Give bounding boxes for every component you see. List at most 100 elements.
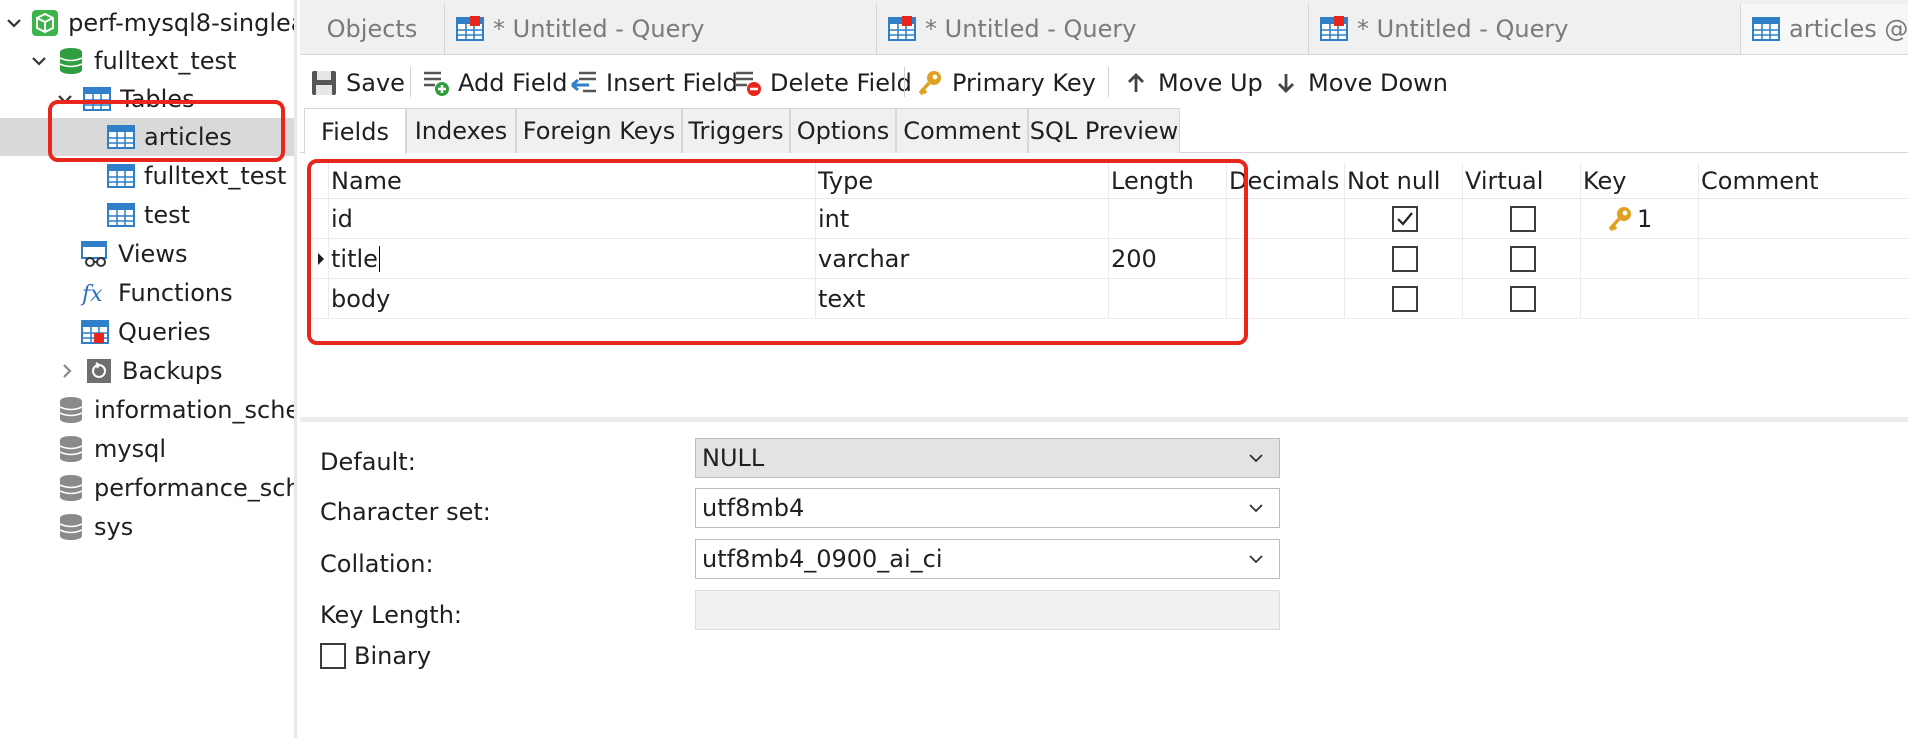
query-icon [455,14,485,44]
tree-database-mysql[interactable]: mysql [0,430,294,468]
backups-label: Backups [122,357,223,385]
tab-query-3[interactable]: * Untitled - Query [1309,4,1741,54]
field-comment-cell[interactable] [1698,279,1908,318]
column-header-name[interactable]: Name [328,163,815,198]
field-length-cell[interactable]: 200 [1108,239,1226,278]
table-row[interactable]: title varchar 200 [310,239,1908,279]
database-label: information_schema [94,396,294,424]
tree-functions[interactable]: fx Functions [0,274,294,312]
tree-database-information_schema[interactable]: information_schema [0,391,294,429]
field-decimals-cell[interactable] [1226,239,1344,278]
tree-table-articles[interactable]: articles [0,118,294,156]
insert-field-button[interactable]: Insert Field [568,63,738,103]
tab-indexes[interactable]: Indexes [406,108,516,153]
column-header-decimals[interactable]: Decimals [1226,163,1344,198]
not-null-cell [1344,239,1462,278]
charset-select[interactable]: utf8mb4 [695,488,1280,528]
add-field-button[interactable]: Add Field [420,63,568,103]
toolbar-divider [1108,67,1109,97]
column-header-length[interactable]: Length [1108,163,1226,198]
tab-objects[interactable]: Objects [300,4,445,54]
virtual-checkbox[interactable] [1509,245,1536,272]
table-design-toolbar: Save Add Field Insert Field Delete Field… [300,55,1908,110]
tab-label: * Untitled - Query [493,15,705,43]
tree-connection[interactable]: perf-mysql8-singleaz [0,4,294,42]
tab-query-2[interactable]: * Untitled - Query [877,4,1309,54]
tab-triggers[interactable]: Triggers [682,108,790,153]
tab-options[interactable]: Options [790,108,896,153]
key-cell[interactable] [1580,279,1698,318]
tree-tables[interactable]: Tables [0,80,294,118]
field-length-cell[interactable] [1108,279,1226,318]
delete-field-button[interactable]: Delete Field [732,63,912,103]
not-null-checkbox[interactable] [1391,205,1418,232]
table-icon [106,200,136,230]
tree-table-test[interactable]: test [0,196,294,234]
database-icon [56,46,86,76]
tree-database-sys[interactable]: sys [0,508,294,546]
field-decimals-cell[interactable] [1226,279,1344,318]
not-null-cell [1344,199,1462,238]
tab-label: * Untitled - Query [925,15,1137,43]
tab-query-1[interactable]: * Untitled - Query [445,4,877,54]
tree-database[interactable]: fulltext_test [0,42,294,80]
tab-foreign-keys[interactable]: Foreign Keys [516,108,682,153]
virtual-checkbox[interactable] [1509,285,1536,312]
move-down-button[interactable]: Move Down [1270,63,1448,103]
queries-icon [80,317,110,347]
key-order: 1 [1637,204,1653,233]
field-decimals-cell[interactable] [1226,199,1344,238]
tree-views[interactable]: Views [0,235,294,273]
column-header-key[interactable]: Key [1580,163,1698,198]
tab-table-articles[interactable]: articles @fulltext_test [1741,4,1908,54]
tree-database-performance_schema[interactable]: performance_schema [0,469,294,507]
save-icon [308,67,340,99]
collation-select[interactable]: utf8mb4_0900_ai_ci [695,539,1280,579]
field-type-cell[interactable]: varchar [815,239,1108,278]
table-row[interactable]: id int 1 [310,199,1908,239]
binary-option[interactable]: Binary [320,642,431,670]
table-icon [106,122,136,152]
binary-checkbox[interactable] [320,643,346,669]
tables-label: Tables [120,85,195,113]
field-length-cell[interactable] [1108,199,1226,238]
save-button[interactable]: Save [308,63,405,103]
field-name-cell[interactable]: body [328,279,815,318]
chevron-down-icon [1249,504,1263,513]
column-header-not-null[interactable]: Not null [1344,163,1462,198]
tab-sql-preview[interactable]: SQL Preview [1028,108,1180,153]
chevron-down-icon[interactable] [28,50,50,72]
not-null-checkbox[interactable] [1391,285,1418,312]
field-comment-cell[interactable] [1698,239,1908,278]
virtual-checkbox[interactable] [1509,205,1536,232]
tree-queries[interactable]: Queries [0,313,294,351]
column-header-type[interactable]: Type [815,163,1108,198]
field-name-cell[interactable]: title [328,239,815,278]
field-type-cell[interactable]: text [815,279,1108,318]
key-length-input[interactable] [695,590,1280,630]
field-name-cell[interactable]: id [328,199,815,238]
field-type-cell[interactable]: int [815,199,1108,238]
chevron-right-icon[interactable] [56,360,78,382]
chevron-down-icon[interactable] [4,12,24,34]
move-up-button[interactable]: Move Up [1120,63,1263,103]
chevron-down-icon[interactable] [54,88,76,110]
primary-key-button[interactable]: Primary Key [914,63,1096,103]
queries-label: Queries [118,318,211,346]
key-icon [1608,206,1631,231]
default-select[interactable]: NULL [695,438,1280,478]
key-cell[interactable] [1580,239,1698,278]
column-header-comment[interactable]: Comment [1698,163,1908,198]
table-row[interactable]: body text [310,279,1908,319]
tree-backups[interactable]: Backups [0,352,294,390]
tab-fields[interactable]: Fields [304,108,406,154]
svg-text:fx: fx [80,282,103,307]
not-null-checkbox[interactable] [1391,245,1418,272]
tab-label: articles @fulltext_test [1789,15,1908,43]
tab-comment[interactable]: Comment [896,108,1028,153]
table-icon [1751,14,1781,44]
tree-table-fulltext_test[interactable]: fulltext_test [0,157,294,195]
column-header-virtual[interactable]: Virtual [1462,163,1580,198]
key-cell[interactable]: 1 [1580,199,1698,238]
field-comment-cell[interactable] [1698,199,1908,238]
